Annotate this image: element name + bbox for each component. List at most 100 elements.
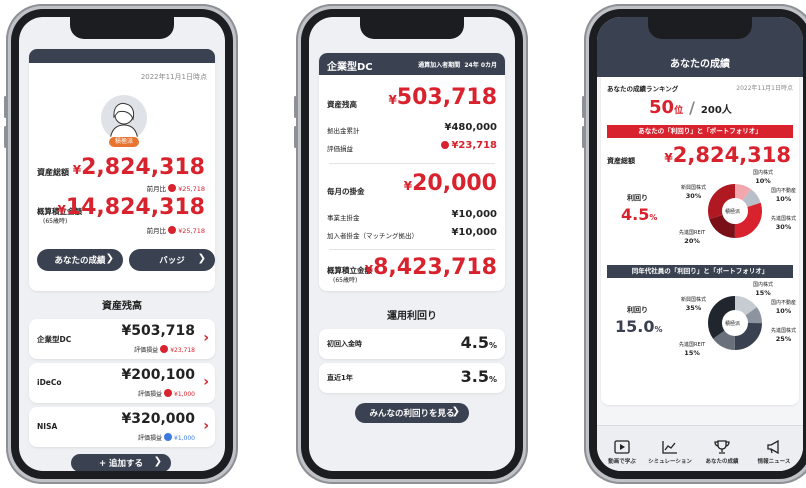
chevron-right-icon: ❯: [105, 253, 114, 264]
yield-title: 運用利回り: [387, 311, 437, 322]
employer-value: ¥10,000: [451, 209, 497, 220]
total-prev-row: 前月比 ¥25,718: [146, 184, 205, 193]
trophy-icon: [714, 440, 730, 454]
yield-value: 4.5%: [621, 205, 658, 224]
legend-label: 国内株式 15%: [753, 282, 774, 297]
ranking-label: あなたの成績ランキング: [607, 85, 679, 93]
up-arrow-icon: [164, 389, 172, 397]
projected-prev-row: 前月比 ¥25,718: [146, 226, 205, 235]
account-gain: 評価損益 ¥1,000: [137, 389, 195, 398]
legend-label: 先進国株式 30%: [771, 216, 797, 231]
member-label: 加入者掛金（マッチング拠出）: [327, 232, 418, 240]
phone-results: あなたの成績 あなたの成績ランキング 2022年11月1日時点 50位/200人…: [582, 4, 806, 484]
chevron-right-icon: ❯: [153, 456, 162, 467]
account-gain: 評価損益 ¥1,000: [137, 433, 195, 442]
screen: あなたの成績 あなたの成績ランキング 2022年11月1日時点 50位/200人…: [597, 17, 803, 471]
dc-title: 企業型DC: [327, 62, 373, 73]
account-name: 企業型DC: [37, 335, 72, 344]
yield-row: 直近1年 3.5%: [319, 363, 505, 393]
tab-video[interactable]: 動画で学ぶ: [597, 440, 647, 465]
account-row[interactable]: iDeCo ¥200,100 評価損益 ¥1,000 ›: [29, 363, 215, 403]
donut-center-label: 積極派: [725, 209, 741, 215]
legend-label: 国内不動産 10%: [771, 300, 797, 315]
volume-button: [294, 96, 297, 118]
tab-results[interactable]: あなたの成績: [697, 440, 747, 465]
chevron-right-icon: ›: [203, 418, 209, 434]
chart-icon: [662, 441, 677, 454]
avatar-badge: 積極派: [109, 137, 139, 147]
notch: [360, 17, 464, 39]
screen: 2022年11月1日時点 積極派 資産総額 ¥2,824,318 前月比 ¥25,…: [19, 17, 225, 471]
legend-label: 先進国REIT 15%: [679, 342, 706, 357]
member-value: ¥10,000: [451, 227, 497, 238]
ranking-date: 2022年11月1日時点: [736, 85, 793, 92]
monthly-label: 毎月の掛金: [327, 187, 365, 196]
peer-yield-label: 利回り: [627, 306, 648, 314]
projected-value: ¥8,423,718: [364, 255, 497, 280]
section-title: 資産残高: [102, 301, 142, 312]
phone-portfolio: 2022年11月1日時点 積極派 資産総額 ¥2,824,318 前月比 ¥25,…: [4, 4, 238, 484]
rank-display: 50位/200人: [649, 97, 732, 118]
avatar: [101, 95, 147, 141]
dc-header: 企業型DC 通算加入者期間 24年 0カ月: [319, 53, 505, 75]
volume-button: [4, 126, 7, 148]
add-account-button[interactable]: + 追加する ❯: [71, 454, 171, 471]
account-amount: ¥503,718: [121, 323, 195, 339]
legend-label: 先進国REIT 20%: [679, 230, 706, 245]
divider: [329, 163, 495, 164]
total-assets-label: 資産総額: [37, 168, 69, 177]
contrib-value: ¥480,000: [444, 122, 497, 133]
account-row[interactable]: NISA ¥320,000 評価損益 ¥1,000 ›: [29, 407, 215, 447]
total-assets-value: ¥2,824,318: [72, 155, 205, 180]
chevron-right-icon: ›: [203, 330, 209, 346]
eval-label: 評価損益: [327, 145, 353, 153]
chevron-right-icon: ❯: [451, 406, 460, 417]
yield-value: 4.5%: [460, 333, 497, 352]
video-icon: [614, 440, 630, 454]
screen: 企業型DC 通算加入者期間 24年 0カ月 資産残高 ¥503,718 拠出金累…: [309, 17, 515, 471]
legend-label: 国内株式 10%: [753, 170, 774, 185]
peer-banner: 同年代社員の「利回り」と「ポートフォリオ」: [607, 265, 793, 278]
results-card: あなたの成績ランキング 2022年11月1日時点 50位/200人 あなたの「利…: [601, 77, 799, 405]
account-gain: 評価損益 ¥23,718: [134, 345, 195, 354]
summary-card: 2022年11月1日時点 積極派 資産総額 ¥2,824,318 前月比 ¥25,…: [29, 49, 215, 291]
yield-value: 3.5%: [460, 367, 497, 386]
account-amount: ¥320,000: [121, 411, 195, 427]
volume-button: [4, 96, 7, 118]
account-name: NISA: [37, 422, 58, 431]
results-button[interactable]: あなたの成績 ❯: [37, 249, 123, 271]
projected-sub: (65歳時): [333, 277, 358, 284]
tab-news[interactable]: 情報ニュース: [749, 440, 799, 465]
total-assets-value: ¥2,824,318: [664, 143, 791, 167]
avatar-icon: [109, 102, 139, 141]
results-title: あなたの成績: [670, 59, 730, 70]
donut-center-label: 積極派: [725, 321, 741, 327]
badge-button[interactable]: バッジ ❯: [129, 249, 215, 271]
down-arrow-icon: [164, 433, 172, 441]
balance-value: ¥503,718: [388, 85, 497, 110]
yield-label: 初回入金時: [327, 340, 362, 348]
phone-dc-detail: 企業型DC 通算加入者期間 24年 0カ月 資産残高 ¥503,718 拠出金累…: [294, 4, 528, 484]
tab-simulation[interactable]: シミュレーション: [645, 440, 695, 465]
account-row[interactable]: 企業型DC ¥503,718 評価損益 ¥23,718 ›: [29, 319, 215, 359]
notch: [648, 17, 752, 39]
dc-summary-card: 企業型DC 通算加入者期間 24年 0カ月 資産残高 ¥503,718 拠出金累…: [319, 53, 505, 291]
chevron-right-icon: ❯: [197, 253, 206, 264]
up-arrow-icon: [168, 184, 177, 192]
up-arrow-icon: [160, 345, 169, 353]
up-arrow-icon: [441, 141, 450, 149]
account-amount: ¥200,100: [121, 367, 195, 383]
eval-value: ¥23,718: [439, 140, 497, 151]
legend-label: 新興国株式 35%: [681, 297, 707, 312]
see-all-yields-button[interactable]: みんなの利回りを見る ❯: [355, 403, 469, 423]
volume-button: [582, 126, 585, 148]
peer-yield-value: 15.0%: [615, 317, 663, 336]
employer-label: 事業主掛金: [327, 214, 360, 222]
volume-button: [294, 126, 297, 148]
notch: [70, 17, 174, 39]
balance-label: 資産残高: [327, 100, 357, 109]
yield-label: 利回り: [627, 194, 648, 202]
up-arrow-icon: [168, 226, 177, 234]
bottom-tab-bar: 動画で学ぶ シミュレーション あなたの成績 情報ニュース: [597, 425, 803, 471]
projected-value: ¥14,824,318: [57, 195, 205, 220]
